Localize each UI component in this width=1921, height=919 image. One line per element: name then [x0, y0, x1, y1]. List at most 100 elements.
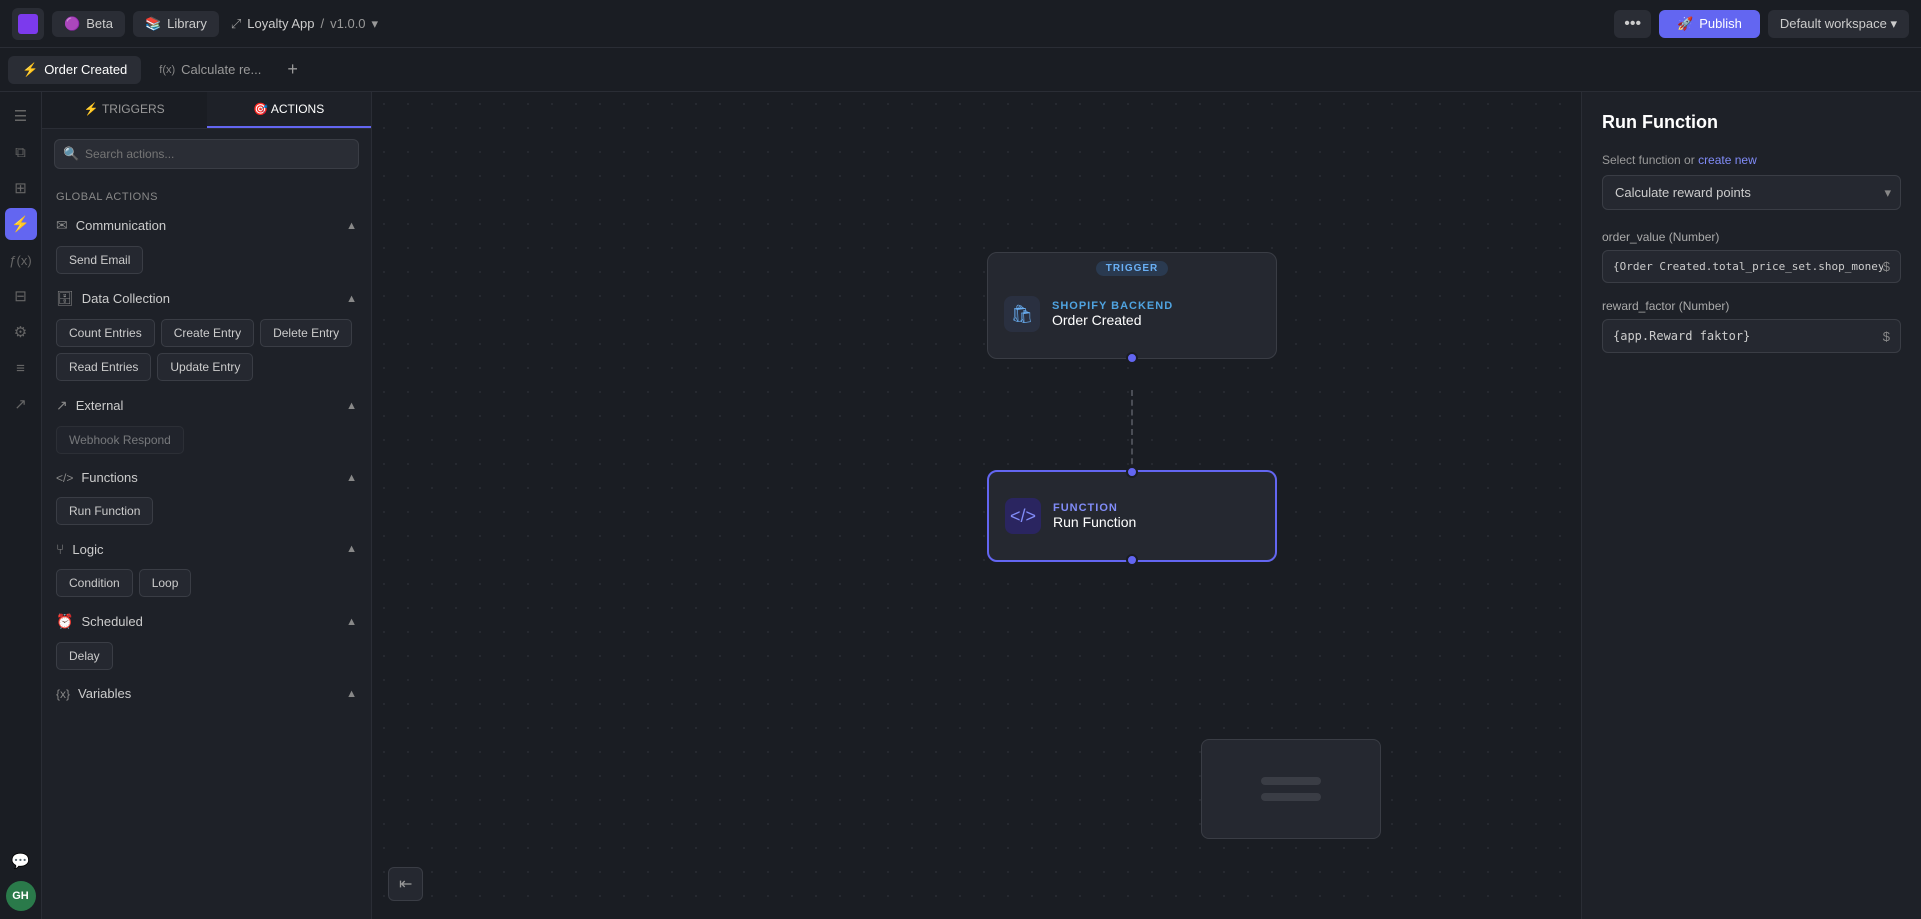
tab-actions[interactable]: 🎯 ACTIONS [207, 92, 372, 128]
tab-fx-icon: f(x) [159, 64, 175, 76]
sidebar-icon-formula[interactable]: ƒ(x) [5, 244, 37, 276]
chevron-external-icon: ▲ [346, 400, 357, 412]
trigger-node-icon: 🛍 [1004, 296, 1040, 332]
section-variables[interactable]: {x} Variables ▲ [42, 678, 371, 709]
left-sidebar: ☰ ⧉ ⊞ ⚡ ƒ(x) ⊟ ⚙ ≡ ↗ 💬 GH [0, 92, 42, 919]
action-run-function[interactable]: Run Function [56, 497, 153, 525]
reward-factor-input-row: $ [1602, 319, 1901, 353]
topbar: 🟣 Beta 📚 Library ⤢ Loyalty App / v1.0.0 … [0, 0, 1921, 48]
action-delay[interactable]: Delay [56, 642, 113, 670]
action-count-entries[interactable]: Count Entries [56, 319, 155, 347]
chevron-communication-icon: ▲ [346, 220, 357, 232]
sidebar-icon-list[interactable]: ≡ [5, 352, 37, 384]
flow-icon: ⤢ [231, 16, 241, 32]
app-nav: ⤢ Loyalty App / v1.0.0 ▾ [231, 16, 378, 32]
actions-list: GLOBAL ACTIONS ✉ Communication ▲ Send Em… [42, 179, 371, 919]
sidebar-icon-flow[interactable]: ⚡ [5, 208, 37, 240]
search-box: 🔍 [42, 129, 371, 179]
variables-icon: {x} [56, 687, 70, 701]
beta-label: Beta [86, 16, 113, 31]
separator: / [321, 16, 325, 31]
function-select-label: Select function or create new [1602, 153, 1901, 167]
canvas-fit-button[interactable]: ⇤ [388, 867, 423, 901]
external-icon: ↗ [56, 397, 68, 414]
chevron-data-collection-icon: ▲ [346, 293, 357, 305]
canvas[interactable]: TRIGGER 🛍 SHOPIFY BACKEND Order Created [372, 92, 1581, 919]
functions-items: Run Function [42, 493, 371, 533]
section-data-collection[interactable]: 🗄 Data Collection ▲ [42, 282, 371, 315]
section-scheduled[interactable]: ⏰ Scheduled ▲ [42, 605, 371, 638]
function-node-type: FUNCTION [1053, 502, 1136, 514]
action-condition[interactable]: Condition [56, 569, 133, 597]
order-value-label: order_value (Number) [1602, 230, 1901, 244]
section-functions[interactable]: </> Functions ▲ [42, 462, 371, 493]
beta-icon: 🟣 [64, 16, 80, 32]
function-node-connector-top[interactable] [1126, 466, 1138, 478]
tab-triggers[interactable]: ⚡ TRIGGERS [42, 92, 207, 128]
reward-factor-dollar-icon: $ [1883, 329, 1890, 344]
function-node-icon: </> [1005, 498, 1041, 534]
communication-items: Send Email [42, 242, 371, 282]
publish-button[interactable]: 🚀 Publish [1659, 10, 1760, 38]
order-value-input[interactable] [1613, 251, 1883, 282]
scheduled-items: Delay [42, 638, 371, 678]
function-node[interactable]: </> FUNCTION Run Function [987, 470, 1277, 562]
mini-map-preview [1201, 739, 1381, 839]
action-create-entry[interactable]: Create Entry [161, 319, 254, 347]
sidebar-icon-database[interactable]: ⊟ [5, 280, 37, 312]
sidebar-icon-layers[interactable]: ⧉ [5, 136, 37, 168]
section-label-scheduled: Scheduled [81, 614, 142, 629]
section-label-external: External [76, 398, 124, 413]
scheduled-icon: ⏰ [56, 613, 73, 630]
trigger-node[interactable]: TRIGGER 🛍 SHOPIFY BACKEND Order Created [987, 252, 1277, 359]
logo-icon [18, 14, 38, 34]
action-send-email[interactable]: Send Email [56, 246, 143, 274]
action-update-entry[interactable]: Update Entry [157, 353, 253, 381]
workspace-chevron-icon: ▾ [1890, 16, 1897, 31]
tab-order-created[interactable]: ⚡ Order Created [8, 56, 141, 84]
sidebar-icon-page[interactable]: ☰ [5, 100, 37, 132]
chevron-logic-icon: ▲ [346, 543, 357, 555]
section-external[interactable]: ↗ External ▲ [42, 389, 371, 422]
reward-factor-input[interactable] [1613, 320, 1883, 352]
library-button[interactable]: 📚 Library [133, 11, 219, 37]
more-button[interactable]: ••• [1614, 10, 1651, 38]
section-label-variables: Variables [78, 686, 131, 701]
search-icon: 🔍 [63, 146, 79, 162]
chevron-down-icon[interactable]: ▾ [372, 16, 379, 32]
workspace-label: Default workspace [1780, 16, 1887, 31]
trigger-node-connector-bottom[interactable] [1126, 352, 1138, 364]
function-node-body: </> FUNCTION Run Function [989, 484, 1275, 548]
action-delete-entry[interactable]: Delete Entry [260, 319, 352, 347]
beta-button[interactable]: 🟣 Beta [52, 11, 125, 37]
sidebar-icon-components[interactable]: ⊞ [5, 172, 37, 204]
logic-items: Condition Loop [42, 565, 371, 605]
tab-calculate-re[interactable]: f(x) Calculate re... [145, 56, 275, 83]
action-loop[interactable]: Loop [139, 569, 192, 597]
section-communication[interactable]: ✉ Communication ▲ [42, 209, 371, 242]
sidebar-icon-settings[interactable]: ⚙ [5, 316, 37, 348]
add-tab-button[interactable]: + [279, 55, 306, 84]
workspace-button[interactable]: Default workspace ▾ [1768, 10, 1909, 38]
function-select-wrap: Calculate reward points ▾ [1602, 175, 1901, 210]
search-input[interactable] [54, 139, 359, 169]
trigger-node-title: Order Created [1052, 312, 1173, 328]
order-value-dollar-icon: $ [1883, 259, 1890, 274]
global-actions-label: GLOBAL ACTIONS [42, 179, 371, 209]
trigger-node-type: SHOPIFY BACKEND [1052, 300, 1173, 312]
section-label-logic: Logic [72, 542, 103, 557]
order-value-input-row: $ [1602, 250, 1901, 283]
sidebar-icon-discord[interactable]: 💬 [5, 845, 37, 877]
function-node-connector-bottom[interactable] [1126, 554, 1138, 566]
function-select[interactable]: Calculate reward points [1602, 175, 1901, 210]
data-collection-items: Count Entries Create Entry Delete Entry … [42, 315, 371, 389]
sidebar-icon-analytics[interactable]: ↗ [5, 388, 37, 420]
section-label-data-collection: Data Collection [82, 291, 170, 306]
avatar[interactable]: GH [6, 881, 36, 911]
create-new-link[interactable]: create new [1698, 153, 1757, 167]
action-read-entries[interactable]: Read Entries [56, 353, 151, 381]
publish-icon: 🚀 [1677, 16, 1693, 32]
publish-label: Publish [1699, 16, 1742, 31]
section-logic[interactable]: ⑂ Logic ▲ [42, 533, 371, 565]
app-version: v1.0.0 [330, 16, 365, 31]
